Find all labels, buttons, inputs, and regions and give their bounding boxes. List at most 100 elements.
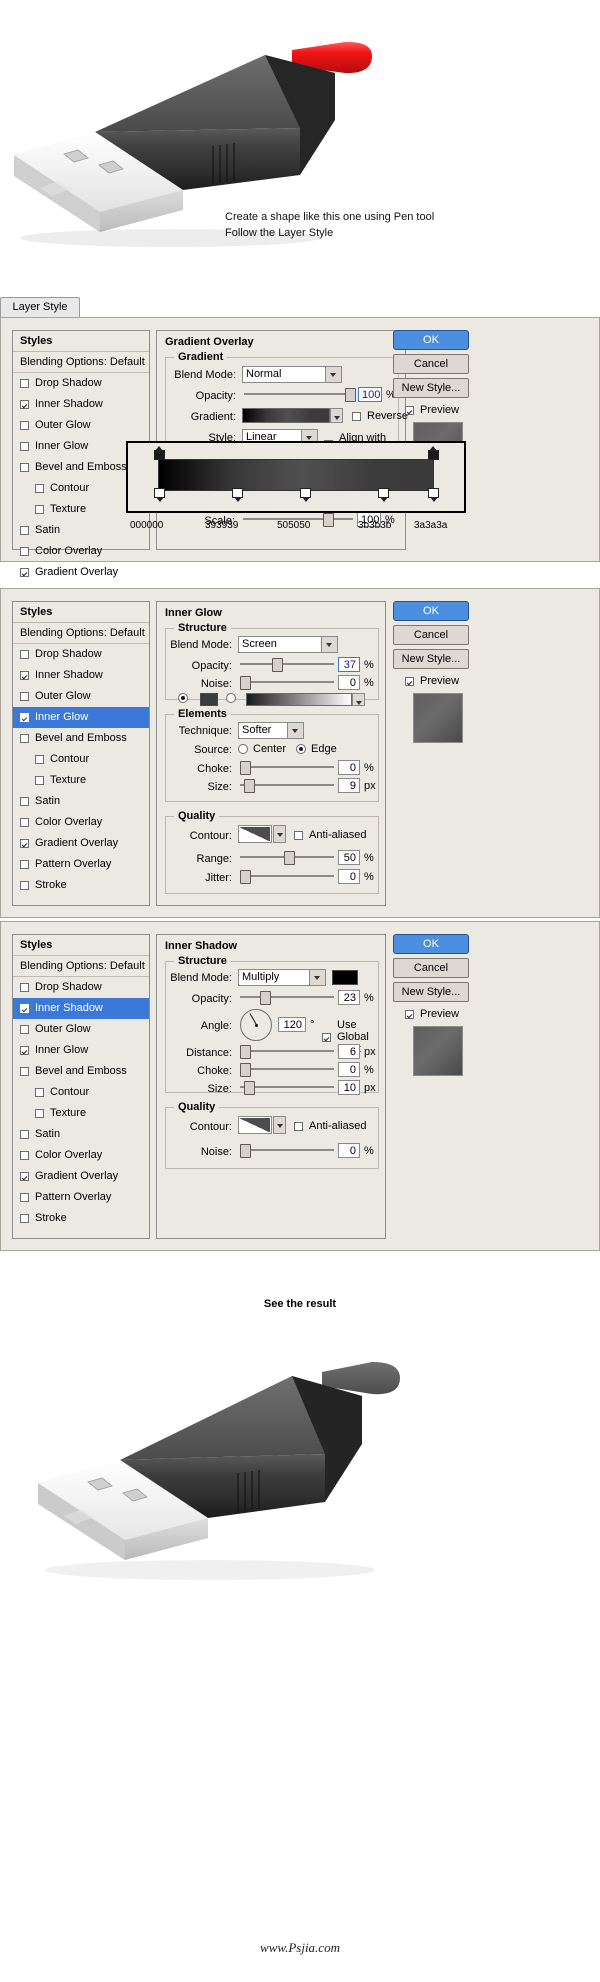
ig-noise-input[interactable]: 0	[338, 675, 360, 690]
cancel-button-2[interactable]: Cancel	[393, 625, 469, 645]
radio-icon[interactable]	[178, 693, 188, 703]
ig-source-center-radio[interactable]: Center	[238, 743, 286, 755]
ig-technique-select[interactable]: Softer	[238, 722, 304, 739]
style-item-drop-shadow[interactable]: Drop Shadow	[13, 644, 149, 665]
style-item-inner-shadow[interactable]: Inner Shadow	[13, 394, 149, 415]
is-angle-input[interactable]: 120	[278, 1017, 306, 1032]
style-item-inner-shadow[interactable]: Inner Shadow	[13, 665, 149, 686]
checkbox-icon[interactable]	[20, 713, 29, 722]
slider-knob[interactable]	[240, 1144, 251, 1158]
checkbox-icon[interactable]	[35, 1109, 44, 1118]
is-blend-mode-select[interactable]: Multiply	[238, 969, 326, 986]
is-distance-input[interactable]: 6	[338, 1044, 360, 1059]
is-antialiased-checkbox[interactable]: Anti-aliased	[294, 1120, 366, 1132]
ig-color-radio[interactable]	[178, 693, 193, 703]
slider-knob[interactable]	[240, 761, 251, 775]
checkbox-icon[interactable]	[20, 650, 29, 659]
ig-gradient-radio[interactable]	[226, 693, 241, 703]
style-item-inner-glow[interactable]: Inner Glow	[13, 707, 149, 728]
style-item-stroke[interactable]: Stroke	[13, 875, 149, 896]
ig-opacity-input[interactable]: 37	[338, 657, 360, 672]
blend-mode-select-1[interactable]: Normal	[242, 366, 342, 383]
style-item-texture[interactable]: Texture	[13, 770, 149, 791]
style-item-outer-glow[interactable]: Outer Glow	[13, 686, 149, 707]
blending-options-row-3[interactable]: Blending Options: Default	[13, 956, 149, 977]
checkbox-icon[interactable]	[35, 484, 44, 493]
layer-style-tab[interactable]: Layer Style	[0, 297, 80, 318]
ig-contour-dropdown-arrow[interactable]	[273, 825, 286, 843]
is-noise-slider[interactable]	[240, 1144, 334, 1156]
slider-knob[interactable]	[244, 1081, 255, 1095]
style-item-inner-shadow[interactable]: Inner Shadow	[13, 998, 149, 1019]
ig-source-edge-radio[interactable]: Edge	[296, 743, 337, 755]
is-angle-dial[interactable]	[240, 1009, 272, 1041]
style-item-gradient-overlay[interactable]: Gradient Overlay	[13, 562, 149, 583]
chevron-down-icon[interactable]	[325, 367, 341, 382]
style-item-outer-glow[interactable]: Outer Glow	[13, 415, 149, 436]
ig-jitter-slider[interactable]	[240, 870, 334, 882]
ig-contour-preview[interactable]	[238, 825, 272, 843]
slider-knob[interactable]	[345, 388, 356, 402]
slider-knob[interactable]	[240, 1063, 251, 1077]
slider-knob[interactable]	[240, 870, 251, 884]
style-item-color-overlay[interactable]: Color Overlay	[13, 812, 149, 833]
is-size-slider[interactable]	[240, 1081, 334, 1093]
style-item-drop-shadow[interactable]: Drop Shadow	[13, 977, 149, 998]
ok-button-2[interactable]: OK	[393, 601, 469, 621]
gradient-preview-bar[interactable]	[242, 408, 330, 423]
style-item-texture[interactable]: Texture	[13, 1103, 149, 1124]
checkbox-icon[interactable]	[20, 1214, 29, 1223]
reverse-checkbox[interactable]: Reverse	[352, 410, 408, 422]
checkbox-icon[interactable]	[20, 983, 29, 992]
style-item-bevel-and-emboss[interactable]: Bevel and Emboss	[13, 1061, 149, 1082]
checkbox-icon[interactable]	[20, 734, 29, 743]
ig-opacity-slider[interactable]	[240, 658, 334, 670]
style-item-color-overlay[interactable]: Color Overlay	[13, 541, 149, 562]
slider-knob[interactable]	[284, 851, 295, 865]
checkbox-icon[interactable]	[20, 839, 29, 848]
radio-icon[interactable]	[238, 744, 248, 754]
ig-gradient-dropdown-arrow[interactable]	[352, 693, 365, 706]
style-item-gradient-overlay[interactable]: Gradient Overlay	[13, 833, 149, 854]
checkbox-icon[interactable]	[20, 1130, 29, 1139]
checkbox-icon[interactable]	[20, 881, 29, 890]
gradient-color-stop[interactable]	[154, 490, 165, 502]
checkbox-icon[interactable]	[20, 421, 29, 430]
is-choke-input[interactable]: 0	[338, 1062, 360, 1077]
style-item-satin[interactable]: Satin	[13, 1124, 149, 1145]
preview-checkbox-1[interactable]: Preview	[405, 404, 459, 416]
is-choke-slider[interactable]	[240, 1063, 334, 1075]
ig-blend-mode-select[interactable]: Screen	[238, 636, 338, 653]
style-item-color-overlay[interactable]: Color Overlay	[13, 1145, 149, 1166]
gradient-color-stop[interactable]	[378, 490, 389, 502]
is-distance-slider[interactable]	[240, 1045, 334, 1057]
checkbox-icon[interactable]	[20, 442, 29, 451]
checkbox-icon[interactable]	[20, 1172, 29, 1181]
checkbox-icon[interactable]	[20, 818, 29, 827]
blending-options-row-2[interactable]: Blending Options: Default	[13, 623, 149, 644]
ig-choke-slider[interactable]	[240, 761, 334, 773]
gradient-color-stop[interactable]	[300, 490, 311, 502]
checkbox-icon[interactable]	[405, 406, 414, 415]
checkbox-icon[interactable]	[35, 776, 44, 785]
gradient-opacity-stop[interactable]	[154, 446, 165, 458]
slider-knob[interactable]	[240, 676, 251, 690]
new-style-button-1[interactable]: New Style...	[393, 378, 469, 398]
style-item-satin[interactable]: Satin	[13, 520, 149, 541]
cancel-button-1[interactable]: Cancel	[393, 354, 469, 374]
checkbox-icon[interactable]	[294, 1122, 303, 1131]
style-item-contour[interactable]: Contour	[13, 749, 149, 770]
checkbox-icon[interactable]	[20, 860, 29, 869]
is-shadow-color-swatch[interactable]	[332, 970, 358, 985]
checkbox-icon[interactable]	[20, 526, 29, 535]
gradient-dropdown-arrow[interactable]	[330, 408, 343, 423]
style-item-gradient-overlay[interactable]: Gradient Overlay	[13, 1166, 149, 1187]
style-item-stroke[interactable]: Stroke	[13, 1208, 149, 1229]
style-item-bevel-and-emboss[interactable]: Bevel and Emboss	[13, 728, 149, 749]
checkbox-icon[interactable]	[20, 1067, 29, 1076]
ig-noise-slider[interactable]	[240, 676, 334, 688]
style-item-inner-glow[interactable]: Inner Glow	[13, 1040, 149, 1061]
checkbox-icon[interactable]	[20, 1025, 29, 1034]
chevron-down-icon[interactable]	[309, 970, 325, 985]
style-item-drop-shadow[interactable]: Drop Shadow	[13, 373, 149, 394]
